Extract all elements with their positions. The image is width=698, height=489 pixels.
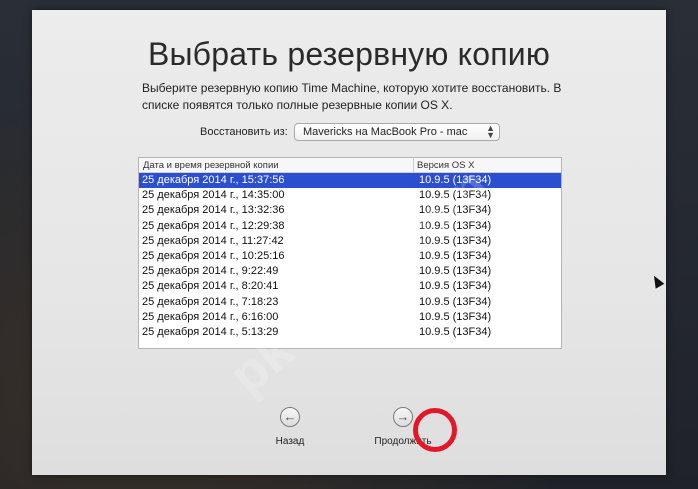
cell-date: 25 декабря 2014 г., 8:20:41 (142, 280, 279, 293)
installer-window: Выбрать резервную копию Выберите резервн… (32, 10, 666, 475)
cell-date: 25 декабря 2014 г., 10:25:16 (142, 249, 285, 262)
backup-list-table[interactable]: Дата и время резервной копии Версия OS X… (138, 157, 562, 349)
arrow-right-icon[interactable]: → (393, 407, 413, 427)
page-subtitle: Выберите резервную копию Time Machine, к… (142, 81, 562, 112)
cell-date: 25 декабря 2014 г., 13:32:36 (142, 204, 285, 217)
cell-version: 10.9.5 (13F34) (419, 249, 492, 262)
cell-version: 10.9.5 (13F34) (419, 265, 492, 278)
table-row[interactable]: 25 декабря 2014 г., 14:35:00 10.9.5 (13F3… (139, 188, 561, 203)
cell-date: 25 декабря 2014 г., 6:16:00 (142, 310, 279, 323)
column-header-date[interactable]: Дата и время резервной копии (143, 160, 279, 171)
back-button-label: Назад (275, 436, 305, 447)
table-row[interactable]: 25 декабря 2014 г., 5:13:29 10.9.5 (13F34… (139, 325, 561, 340)
cell-version: 10.9.5 (13F34) (419, 189, 492, 202)
cell-date: 25 декабря 2014 г., 9:22:49 (142, 265, 279, 278)
cell-version: 10.9.5 (13F34) (419, 204, 492, 217)
cell-version: 10.9.5 (13F34) (419, 174, 492, 186)
restore-source-value: Mavericks на MacBook Pro - mac (303, 126, 468, 138)
table-row[interactable]: 25 декабря 2014 г., 7:18:23 10.9.5 (13F34… (139, 295, 561, 310)
cell-date: 25 декабря 2014 г., 11:27:42 (142, 234, 284, 247)
table-row[interactable]: 25 декабря 2014 г., 10:25:16 10.9.5 (13F3… (139, 249, 561, 264)
cell-version: 10.9.5 (13F34) (419, 295, 492, 308)
table-body: 25 декабря 2014 г., 15:37:56 10.9.5 (13F3… (139, 173, 561, 340)
table-row[interactable]: 25 декабря 2014 г., 13:32:36 10.9.5 (13F3… (139, 203, 561, 218)
chevron-updown-icon: ▲ ▼ (486, 123, 495, 140)
cell-version: 10.9.5 (13F34) (419, 310, 492, 323)
table-row[interactable]: 25 декабря 2014 г., 6:16:00 10.9.5 (13F34… (139, 310, 561, 325)
cell-version: 10.9.5 (13F34) (419, 325, 492, 338)
page-title: Выбрать резервную копию (147, 36, 551, 72)
table-row[interactable]: 25 декабря 2014 г., 8:20:41 10.9.5 (13F34… (139, 279, 561, 294)
table-row[interactable]: 25 декабря 2014 г., 12:29:38 10.9.5 (13F3… (139, 219, 561, 234)
cell-version: 10.9.5 (13F34) (419, 280, 492, 293)
table-row[interactable]: 25 декабря 2014 г., 11:27:42 10.9.5 (13F3… (139, 234, 561, 249)
continue-button-label: Продолжить (374, 436, 432, 447)
continue-button[interactable]: → Продолжить (358, 407, 448, 447)
restore-from-label: Восстановить из: (200, 126, 288, 138)
cell-date: 25 декабря 2014 г., 12:29:38 (142, 219, 285, 232)
table-row[interactable]: 25 декабря 2014 г., 9:22:49 10.9.5 (13F34… (139, 264, 561, 279)
cell-date: 25 декабря 2014 г., 7:18:23 (142, 295, 279, 308)
column-header-version[interactable]: Версия OS X (417, 160, 474, 171)
restore-source-select[interactable]: Mavericks на MacBook Pro - mac ▲ ▼ (294, 123, 500, 141)
cell-date: 25 декабря 2014 г., 5:13:29 (142, 325, 279, 338)
cell-version: 10.9.5 (13F34) (419, 219, 492, 232)
back-button[interactable]: ← Назад (245, 407, 335, 447)
cell-date: 25 декабря 2014 г., 15:37:56 (142, 174, 285, 186)
table-header: Дата и время резервной копии Версия OS X (139, 158, 561, 173)
column-divider (413, 158, 414, 172)
arrow-left-icon[interactable]: ← (280, 407, 300, 427)
cell-version: 10.9.5 (13F34) (419, 234, 492, 247)
table-row[interactable]: 25 декабря 2014 г., 15:37:56 10.9.5 (13F3… (139, 173, 561, 189)
cell-date: 25 декабря 2014 г., 14:35:00 (142, 189, 285, 202)
